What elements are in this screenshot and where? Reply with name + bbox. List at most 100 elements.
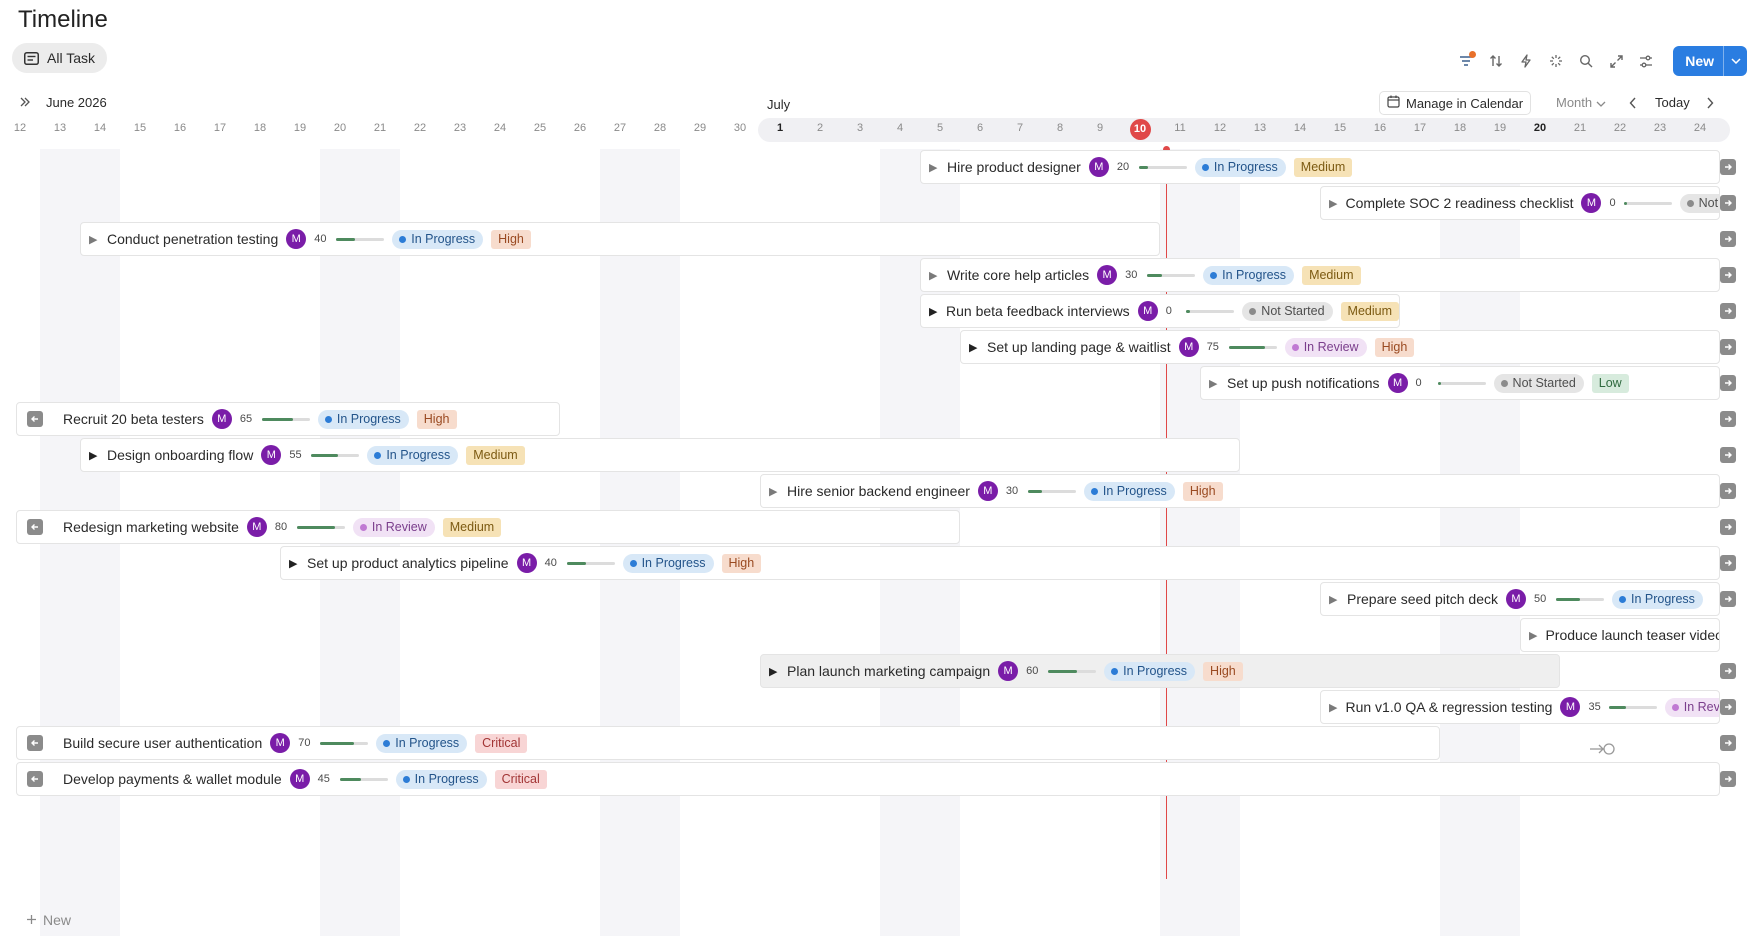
priority-badge[interactable]: High	[416, 409, 457, 429]
task-bar[interactable]: ▶ Run v1.0 QA & regression testing M 35 In R…	[1320, 690, 1720, 724]
status-badge[interactable]: In Progress	[395, 769, 487, 789]
expand-triangle-icon[interactable]: ▶	[1209, 377, 1219, 390]
task-bar[interactable]: ▶ Set up push notifications M 0 Not Started L…	[1200, 366, 1720, 400]
expand-triangle-icon[interactable]: ▶	[89, 449, 99, 462]
avatar[interactable]: M	[516, 553, 537, 573]
expand-triangle-icon[interactable]: ▶	[1529, 629, 1537, 642]
arrow-left-icon[interactable]	[27, 411, 43, 427]
filter-icon[interactable]	[1453, 48, 1479, 74]
priority-badge[interactable]: High	[1182, 481, 1223, 501]
status-badge[interactable]: In Progress	[376, 733, 468, 753]
task-bar[interactable]: ▶ Conduct penetration testing M 40 In Progre…	[80, 222, 1160, 256]
status-badge[interactable]: In Review	[352, 517, 435, 537]
avatar[interactable]: M	[977, 481, 998, 501]
arrow-right-icon[interactable]	[1720, 771, 1736, 787]
expand-triangle-icon[interactable]: ▶	[1329, 197, 1337, 210]
expand-icon[interactable]	[1603, 48, 1629, 74]
arrow-left-icon[interactable]	[27, 771, 43, 787]
avatar[interactable]: M	[1581, 193, 1602, 213]
search-icon[interactable]	[1573, 48, 1599, 74]
priority-badge[interactable]: Low	[1591, 373, 1629, 393]
status-badge[interactable]: Not Started	[1493, 373, 1584, 393]
avatar[interactable]: M	[1097, 265, 1118, 285]
avatar[interactable]: M	[998, 661, 1019, 681]
sort-icon[interactable]	[1483, 48, 1509, 74]
view-tab-all-task[interactable]: All Task	[12, 43, 107, 73]
arrow-right-icon[interactable]	[1720, 699, 1736, 715]
task-bar[interactable]: ▶ Produce launch teaser video	[1520, 618, 1720, 652]
arrow-right-icon[interactable]	[1720, 735, 1736, 751]
expand-triangle-icon[interactable]: ▶	[769, 485, 779, 498]
settings-icon[interactable]	[1633, 48, 1659, 74]
priority-badge[interactable]: Critical	[475, 733, 528, 753]
sparkle-icon[interactable]	[1543, 48, 1569, 74]
avatar[interactable]: M	[1560, 697, 1581, 717]
priority-badge[interactable]: High	[1203, 661, 1243, 681]
arrow-right-icon[interactable]	[1720, 303, 1736, 319]
avatar[interactable]: M	[246, 517, 267, 537]
task-bar[interactable]: ▶ Write core help articles M 30 In Progress M…	[920, 258, 1720, 292]
priority-badge[interactable]: Medium	[1293, 157, 1353, 177]
arrow-right-icon[interactable]	[1720, 195, 1736, 211]
task-bar[interactable]: ▶ Prepare seed pitch deck M 50 In Progress	[1320, 582, 1720, 616]
status-badge[interactable]: In Review	[1664, 697, 1719, 717]
avatar[interactable]: M	[289, 769, 310, 789]
lightning-icon[interactable]	[1513, 48, 1539, 74]
priority-badge[interactable]: High	[721, 553, 762, 573]
task-bar[interactable]: Recruit 20 beta testers M 65 In Progress Hig…	[16, 402, 560, 436]
dependency-icon[interactable]	[1590, 742, 1616, 761]
arrow-right-icon[interactable]	[1720, 267, 1736, 283]
arrow-right-icon[interactable]	[1720, 663, 1736, 679]
status-badge[interactable]: In Progress	[622, 553, 714, 573]
priority-badge[interactable]: High	[1374, 337, 1415, 357]
avatar[interactable]: M	[1137, 301, 1158, 321]
task-bar[interactable]: ▶ Hire product designer M 20 In Progress Medi…	[920, 150, 1720, 184]
avatar[interactable]: M	[286, 229, 307, 249]
task-bar[interactable]: ▶ Set up landing page & waitlist M 75 In Rev…	[960, 330, 1720, 364]
expand-triangle-icon[interactable]: ▶	[929, 269, 939, 282]
priority-badge[interactable]: Medium	[466, 445, 525, 465]
arrow-right-icon[interactable]	[1720, 555, 1736, 571]
add-new-task-button[interactable]: New	[26, 912, 71, 928]
status-badge[interactable]: In Progress	[1203, 265, 1295, 285]
expand-triangle-icon[interactable]: ▶	[289, 557, 299, 570]
priority-badge[interactable]: Critical	[494, 769, 547, 789]
expand-triangle-icon[interactable]: ▶	[769, 665, 779, 678]
expand-triangle-icon[interactable]: ▶	[1329, 701, 1337, 714]
status-badge[interactable]: Not Started	[1679, 193, 1719, 213]
status-badge[interactable]: In Progress	[367, 445, 459, 465]
expand-triangle-icon[interactable]: ▶	[929, 305, 938, 318]
task-bar[interactable]: Develop payments & wallet module M 45 In Pr…	[16, 762, 1720, 796]
priority-badge[interactable]: Medium	[1302, 265, 1361, 285]
status-badge[interactable]: In Progress	[1104, 661, 1196, 681]
arrow-right-icon[interactable]	[1720, 159, 1736, 175]
chevron-left-icon[interactable]	[1629, 96, 1637, 114]
status-badge[interactable]: In Progress	[392, 229, 484, 249]
chevron-right-icon[interactable]	[1706, 96, 1714, 114]
chevron-down-icon[interactable]	[1723, 46, 1747, 76]
task-bar[interactable]: ▶ Hire senior backend engineer M 30 In Progr…	[760, 474, 1720, 508]
status-badge[interactable]: In Progress	[1194, 157, 1286, 177]
status-badge[interactable]: In Review	[1284, 337, 1367, 357]
task-bar[interactable]: Redesign marketing website M 80 In Review Me…	[16, 510, 960, 544]
arrow-right-icon[interactable]	[1720, 339, 1736, 355]
priority-badge[interactable]: High	[491, 229, 531, 249]
arrow-right-icon[interactable]	[1720, 519, 1736, 535]
arrow-left-icon[interactable]	[27, 519, 43, 535]
status-badge[interactable]: In Progress	[1083, 481, 1175, 501]
arrow-right-icon[interactable]	[1720, 375, 1736, 391]
expand-triangle-icon[interactable]: ▶	[89, 233, 99, 246]
new-button[interactable]: New	[1673, 46, 1747, 76]
manage-in-calendar-button[interactable]: Manage in Calendar	[1379, 91, 1532, 115]
priority-badge[interactable]: Medium	[1340, 301, 1399, 321]
avatar[interactable]: M	[261, 445, 282, 465]
status-badge[interactable]: In Progress	[1611, 589, 1703, 609]
avatar[interactable]: M	[211, 409, 232, 429]
arrow-right-icon[interactable]	[1720, 231, 1736, 247]
task-bar[interactable]: ▶ Set up product analytics pipeline M 40 In …	[280, 546, 1720, 580]
task-bar[interactable]: ▶ Plan launch marketing campaign M 60 In Pro…	[760, 654, 1560, 688]
status-badge[interactable]: In Progress	[317, 409, 409, 429]
task-bar[interactable]: Build secure user authentication M 70 In Pr…	[16, 726, 1440, 760]
avatar[interactable]: M	[1387, 373, 1408, 393]
avatar[interactable]: M	[1505, 589, 1526, 609]
